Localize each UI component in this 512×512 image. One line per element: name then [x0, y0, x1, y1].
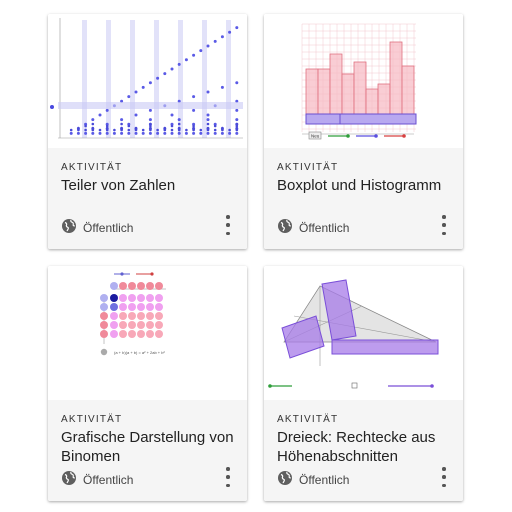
more-vert-icon[interactable]	[221, 215, 235, 235]
visibility-label: Öffentlich	[83, 221, 134, 235]
visibility-status: Öffentlich	[277, 470, 350, 491]
card-title[interactable]: Boxplot und Histogramm	[277, 176, 455, 195]
more-vert-icon[interactable]	[221, 467, 235, 487]
globe-icon	[61, 470, 77, 491]
visibility-label: Öffentlich	[299, 473, 350, 487]
card-info: AKTIVITÄT Grafische Darstellung von Bino…	[48, 400, 247, 501]
visibility-status: Öffentlich	[61, 218, 134, 239]
globe-icon	[277, 218, 293, 239]
visibility-label: Öffentlich	[83, 473, 134, 487]
binom-diagram-image: (a + b)(a + b) = a² + 2ab + b²	[100, 272, 166, 356]
visibility-label: Öffentlich	[299, 221, 350, 235]
card-thumbnail[interactable]: Neu	[264, 14, 463, 148]
card-type-label: AKTIVITÄT	[61, 162, 123, 173]
card-title[interactable]: Teiler von Zahlen	[61, 176, 239, 195]
binom-formula: (a + b)(a + b) = a² + 2ab + b²	[114, 350, 165, 355]
card-info: AKTIVITÄT Teiler von Zahlen Öffentlich	[48, 148, 247, 249]
triangle-rectangles-image	[268, 279, 439, 389]
globe-icon	[277, 470, 293, 491]
card-thumbnail[interactable]	[264, 266, 463, 400]
more-vert-icon[interactable]	[437, 467, 451, 487]
card-title[interactable]: Grafische Darstellung von Binomen	[61, 428, 239, 466]
teiler-graph-image	[50, 18, 243, 139]
card-info: AKTIVITÄT Boxplot und Histogramm Öffentl…	[264, 148, 463, 249]
activity-card-boxplot[interactable]: Neu AKTIVITÄT Boxplot und Histogramm Öff…	[264, 14, 463, 249]
activity-card-dreieck[interactable]: AKTIVITÄT Dreieck: Rechtecke aus Höhenab…	[264, 266, 463, 501]
card-thumbnail[interactable]: (a + b)(a + b) = a² + 2ab + b²	[48, 266, 247, 400]
more-vert-icon[interactable]	[437, 215, 451, 235]
card-type-label: AKTIVITÄT	[277, 162, 339, 173]
visibility-status: Öffentlich	[277, 218, 350, 239]
card-info: AKTIVITÄT Dreieck: Rechtecke aus Höhenab…	[264, 400, 463, 501]
thumb-button-label: Neu	[311, 134, 320, 139]
card-thumbnail[interactable]	[48, 14, 247, 148]
visibility-status: Öffentlich	[61, 470, 134, 491]
boxplot-histogram-image: Neu	[301, 23, 417, 140]
globe-icon	[61, 218, 77, 239]
activity-card-binomen[interactable]: (a + b)(a + b) = a² + 2ab + b² AKTIVITÄT…	[48, 266, 247, 501]
card-type-label: AKTIVITÄT	[277, 414, 339, 425]
card-type-label: AKTIVITÄT	[61, 414, 123, 425]
card-title[interactable]: Dreieck: Rechtecke aus Höhenabschnitten	[277, 428, 455, 466]
activity-card-teiler[interactable]: AKTIVITÄT Teiler von Zahlen Öffentlich	[48, 14, 247, 249]
